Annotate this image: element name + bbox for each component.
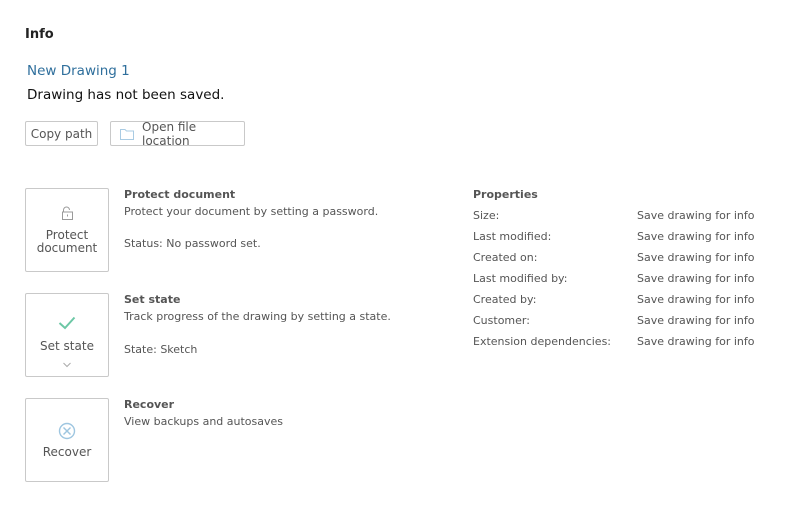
- property-row-created-on: Created on: Save drawing for info: [473, 251, 763, 267]
- set-state-description: Track progress of the drawing by setting…: [124, 310, 391, 323]
- page-title: Info: [25, 27, 54, 42]
- document-name: New Drawing 1: [27, 63, 130, 79]
- property-row-customer: Customer: Save drawing for info: [473, 314, 763, 330]
- property-row-last-modified-by: Last modified by: Save drawing for info: [473, 272, 763, 288]
- protect-description: Protect your document by setting a passw…: [124, 205, 379, 218]
- checkmark-icon: [26, 315, 108, 331]
- recover-circle-x-icon: [26, 422, 108, 440]
- property-key: Extension dependencies:: [473, 335, 611, 348]
- set-state-title: Set state: [124, 293, 181, 306]
- set-state-status: State: Sketch: [124, 343, 198, 356]
- property-key: Size:: [473, 209, 500, 222]
- copy-path-label: Copy path: [30, 126, 93, 141]
- property-key: Customer:: [473, 314, 530, 327]
- property-value: Save drawing for info: [637, 293, 755, 306]
- property-value: Save drawing for info: [637, 209, 755, 222]
- recover-title: Recover: [124, 398, 175, 411]
- info-page: Info New Drawing 1 Drawing has not been …: [0, 0, 793, 518]
- property-value: Save drawing for info: [637, 335, 755, 348]
- property-row-last-modified: Last modified: Save drawing for info: [473, 230, 763, 246]
- recover-description: View backups and autosaves: [124, 415, 284, 428]
- protect-title: Protect document: [124, 188, 236, 201]
- property-row-size: Size: Save drawing for info: [473, 209, 763, 225]
- property-value: Save drawing for info: [637, 251, 755, 264]
- folder-icon: [119, 126, 135, 142]
- property-key: Created on:: [473, 251, 538, 264]
- property-key: Last modified:: [473, 230, 552, 243]
- recover-card-label: Recover: [42, 445, 92, 459]
- property-key: Last modified by:: [473, 272, 568, 285]
- properties-title: Properties: [473, 188, 538, 201]
- chevron-down-icon[interactable]: [26, 361, 108, 369]
- lock-icon: [26, 205, 108, 221]
- set-state-card-label: Set state: [40, 339, 94, 353]
- copy-path-button[interactable]: Copy path: [25, 121, 98, 146]
- property-value: Save drawing for info: [637, 272, 755, 285]
- property-value: Save drawing for info: [637, 230, 755, 243]
- protect-status: Status: No password set.: [124, 237, 261, 250]
- property-key: Created by:: [473, 293, 537, 306]
- protect-document-button[interactable]: Protect document: [25, 188, 109, 272]
- property-row-extension-dependencies: Extension dependencies: Save drawing for…: [473, 335, 763, 351]
- open-file-location-label: Open file location: [142, 119, 197, 148]
- property-row-created-by: Created by: Save drawing for info: [473, 293, 763, 309]
- set-state-button[interactable]: Set state: [25, 293, 109, 377]
- protect-card-label-line2: document: [36, 241, 98, 255]
- property-value: Save drawing for info: [637, 314, 755, 327]
- recover-button[interactable]: Recover: [25, 398, 109, 482]
- document-save-status: Drawing has not been saved.: [27, 87, 225, 103]
- open-file-location-button[interactable]: Open file location: [110, 119, 245, 148]
